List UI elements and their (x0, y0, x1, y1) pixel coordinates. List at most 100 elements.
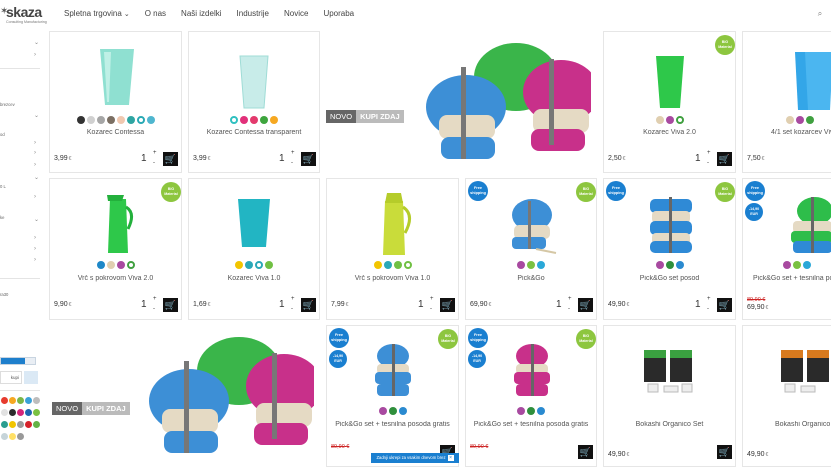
chevron-right-icon[interactable]: › (34, 140, 36, 146)
quantity-value[interactable]: 1 (418, 299, 424, 310)
color-swatch[interactable] (806, 116, 814, 124)
nav-nasi-izdelki[interactable]: Naši izdelki (181, 9, 221, 18)
quantity-value[interactable]: 1 (279, 299, 285, 310)
qty-down-icon[interactable]: - (291, 160, 293, 166)
nav-novice[interactable]: Novice (284, 9, 308, 18)
bottom-notice-bar[interactable]: Zadnji ukrepi za vsakim dnevom brez × (371, 453, 459, 463)
product-name[interactable]: Pick&Go set + tesnilna posoda gratis (327, 421, 458, 428)
product-card[interactable]: Bokashi Organico Set 49,90€ 🛒 (603, 325, 736, 467)
product-card[interactable]: Vrč s pokrovom Viva 1.0 7,99€ 1 + - 🛒 (326, 178, 459, 320)
chevron-down-icon[interactable]: ⌄ (34, 39, 39, 46)
promo-banner[interactable]: NOVO KUPI ZDAJ (326, 31, 597, 173)
color-filter-swatch[interactable] (9, 421, 16, 428)
color-swatch[interactable] (136, 116, 145, 124)
color-filter-swatch[interactable] (9, 409, 16, 416)
color-filter-swatch[interactable] (1, 397, 8, 404)
add-to-cart-button[interactable]: 🛒 (440, 298, 455, 312)
color-swatch[interactable] (793, 261, 801, 269)
color-swatches[interactable] (604, 261, 735, 269)
color-swatch[interactable] (675, 116, 684, 124)
price-apply-button[interactable] (24, 371, 38, 384)
color-filter-swatch[interactable] (17, 397, 24, 404)
product-name[interactable]: Kozarec Contessa (50, 129, 181, 136)
promo-buy-now[interactable]: KUPI ZDAJ (356, 110, 404, 123)
product-name[interactable]: Bokashi Organico Set (604, 421, 735, 428)
qty-down-icon[interactable]: - (568, 306, 570, 312)
color-swatch[interactable] (245, 261, 253, 269)
color-swatches[interactable] (743, 116, 831, 124)
nav-o-nas[interactable]: O nas (145, 9, 166, 18)
color-swatch[interactable] (517, 261, 525, 269)
color-swatches[interactable] (604, 116, 735, 124)
product-image[interactable] (506, 197, 558, 255)
product-image[interactable] (512, 342, 552, 398)
chevron-right-icon[interactable]: › (34, 235, 36, 241)
product-name[interactable]: Pick&Go set + tesnilna posoda gratis (466, 421, 596, 428)
add-to-cart-button[interactable]: 🛒 (717, 152, 732, 166)
close-icon[interactable]: × (447, 455, 454, 461)
qty-down-icon[interactable]: - (153, 160, 155, 166)
promo-label[interactable]: NOVO KUPI ZDAJ (326, 110, 404, 123)
add-to-cart-button[interactable]: 🛒 (163, 298, 178, 312)
color-swatch[interactable] (126, 261, 135, 269)
promo-banner[interactable]: NOVO KUPI ZDAJ (49, 325, 320, 467)
color-swatches[interactable] (466, 407, 596, 415)
color-filter-swatch[interactable] (25, 397, 32, 404)
quantity-value[interactable]: 1 (695, 153, 701, 164)
qty-up-icon[interactable]: + (568, 296, 572, 302)
color-swatches[interactable] (50, 116, 181, 124)
color-filter-swatch[interactable] (1, 409, 8, 416)
color-swatch[interactable] (86, 116, 95, 124)
product-name[interactable]: Vrč s pokrovom Viva 2.0 (50, 275, 181, 282)
qty-down-icon[interactable]: - (291, 306, 293, 312)
color-swatch[interactable] (96, 116, 105, 124)
nav-industrije[interactable]: Industrije (237, 9, 269, 18)
chevron-down-icon[interactable]: ⌄ (34, 174, 39, 181)
color-swatch[interactable] (527, 407, 535, 415)
color-swatch[interactable] (655, 116, 664, 124)
color-swatches[interactable] (50, 261, 181, 269)
color-swatch[interactable] (146, 116, 155, 124)
chevron-down-icon[interactable]: ⌄ (34, 216, 39, 223)
promo-label[interactable]: NOVO KUPI ZDAJ (52, 402, 130, 415)
product-card[interactable]: Free shipping BIO Material Pick&Go 69,90… (465, 178, 597, 320)
qty-up-icon[interactable]: + (707, 150, 711, 156)
color-swatch[interactable] (255, 261, 263, 269)
qty-up-icon[interactable]: + (291, 296, 295, 302)
product-image[interactable] (237, 54, 271, 110)
qty-down-icon[interactable]: - (153, 306, 155, 312)
product-name[interactable]: Pick&Go (466, 275, 596, 282)
qty-down-icon[interactable]: - (430, 306, 432, 312)
color-swatch[interactable] (398, 407, 407, 415)
color-swatch[interactable] (803, 261, 811, 269)
color-swatch[interactable] (270, 116, 278, 124)
skaza-logo[interactable]: ✶ skaza Consulting Manufacturing (0, 2, 48, 28)
color-filter-swatch[interactable] (33, 409, 40, 416)
qty-up-icon[interactable]: + (291, 150, 295, 156)
color-swatches[interactable] (189, 261, 319, 269)
chevron-right-icon[interactable]: › (34, 246, 36, 252)
product-image[interactable] (373, 191, 415, 257)
color-swatches[interactable] (327, 261, 458, 269)
product-image[interactable] (777, 344, 831, 396)
product-image[interactable] (785, 195, 831, 255)
product-card[interactable]: BIO Material Kozarec Viva 2.0 2,50€ 1 + … (603, 31, 736, 173)
add-to-cart-button[interactable]: 🛒 (578, 445, 593, 459)
color-swatch[interactable] (783, 261, 791, 269)
color-swatch[interactable] (240, 116, 248, 124)
color-swatches[interactable] (189, 116, 319, 124)
color-swatch[interactable] (265, 261, 273, 269)
color-swatch[interactable] (665, 261, 674, 269)
product-name[interactable]: 4/1 set kozarcev Viva (743, 129, 831, 136)
color-filter-swatch[interactable] (17, 409, 24, 416)
qty-up-icon[interactable]: + (707, 296, 711, 302)
color-filter-swatch[interactable] (17, 421, 24, 428)
product-card[interactable]: Kozarec Contessa 3,99€ 1 + - 🛒 (49, 31, 182, 173)
product-image[interactable] (373, 342, 413, 398)
nav-uporaba[interactable]: Uporaba (323, 9, 354, 18)
nav-spletna-trgovina[interactable]: Spletna trgovina ⌄ (64, 9, 130, 18)
chevron-right-icon[interactable]: › (34, 150, 36, 156)
add-to-cart-button[interactable]: 🛒 (301, 298, 316, 312)
product-card[interactable]: Free shipping -14,90 EUR Pick&Go set + t… (742, 178, 831, 320)
color-swatch[interactable] (537, 261, 545, 269)
